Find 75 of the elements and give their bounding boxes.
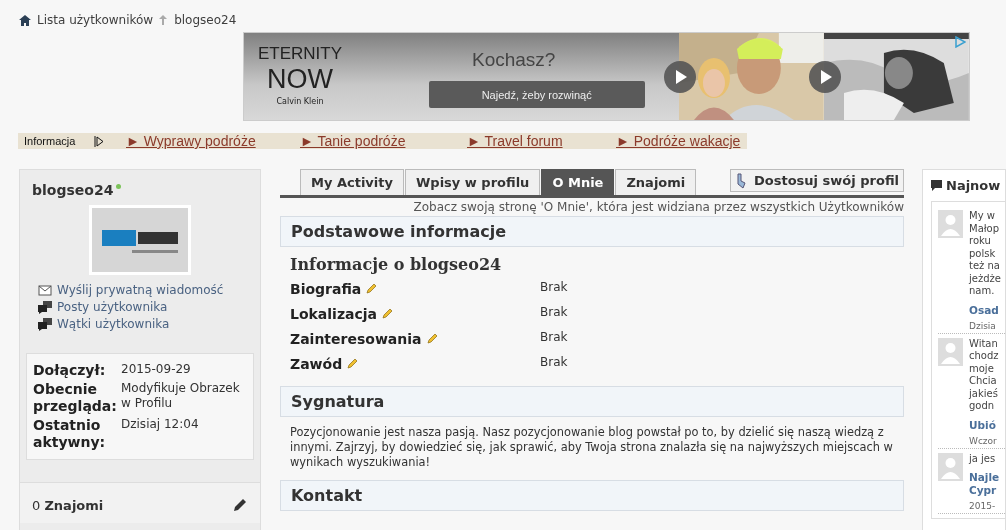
tab[interactable]: My Activity [300,169,404,195]
post-text-line: jeżdże [969,272,1001,285]
section-header: Sygnatura [280,386,904,417]
arrow-icon [159,15,169,25]
stat-value: Dzisiaj 12:04 [121,417,200,433]
post-title-link[interactable]: Ubió [969,418,999,432]
section-header: Podstawowe informacje [280,216,904,247]
post-text-line: Witan [969,337,999,350]
logo-text: ETERNITY [257,43,343,65]
sidebar-title: Najnow [946,178,1001,193]
ad-banner[interactable]: ETERNITY NOW Calvin Klein Kochasz? Najedź, żeby rozwinąć [243,32,970,121]
post-text-line: Chcia [969,375,998,388]
info-link[interactable]: ► Wyprawy podróże [126,133,300,149]
post-text-line: polsk [969,247,997,260]
profile-link[interactable]: Wątki użytkownika [38,317,254,331]
customize-profile-button[interactable]: Dostosuj swój profil [730,169,904,192]
post-title-link[interactable]: Cypr [969,484,1000,497]
tab[interactable]: Wpisy w profilu [405,169,541,195]
field-value: Brak [540,279,568,294]
username: blogseo24 [32,182,114,198]
tab[interactable]: O Mnie [541,169,615,195]
tab[interactable]: Znajomi [615,169,697,195]
field-value: Brak [540,354,568,369]
logo-text: Calvin Klein [276,97,324,106]
speech-bubble-icon [931,180,942,191]
post-text-line: godn [969,400,996,413]
info-link[interactable]: ► Travel forum [467,133,616,149]
post-text-line: też na [969,260,1001,273]
post-title-link[interactable]: Osad [969,303,1001,317]
signature-text: Pozycjonowanie jest nasza pasją. Nasz pozycjonowanie blog powstał po to, by dzielić się naszą wiedzą z innymi. Zajrzyj, by dowiedzieć się, jak sprawić, aby Twoja strona znalazła się na najwyższych miejscach w wynikach wyszukiwania! [290,425,894,470]
post-text-line: Małop [969,222,1001,235]
home-icon [19,14,31,26]
chat-bubbles-icon [38,300,52,314]
info-label: Informacja [23,135,77,147]
stat-value: 2015-09-29 [121,362,192,378]
play-outline-icon [94,135,104,147]
post-text-line: ja jes [969,452,997,465]
logo-text: NOW [267,65,333,93]
post-date: Wczor [969,435,998,446]
post-text-line: My w [969,210,996,223]
field-label: Biografia [290,280,362,297]
stat-label: Dołączył: [33,362,107,379]
post-text-line: jakieś [969,387,999,400]
post-text-line: chodz [969,350,999,363]
field-label: Zainteresowania [290,330,422,347]
ad-headline: Kochasz? [471,49,556,71]
stat-label: Ostatnio aktywny: [33,417,107,451]
field-label: Zawód [290,355,343,372]
envelope-icon [38,283,52,297]
about-note: Zobacz swoją stronę 'O Mnie', która jest widziana przez wszystkich Użytkowników [412,199,904,214]
section-subtitle: Informacje o blogseo24 [290,255,503,274]
post-text-line: roku [969,235,992,248]
play-icon[interactable] [664,61,696,93]
post-title-link[interactable]: Najle [969,471,1000,484]
stat-label: Obecnie przegląda: [33,381,118,415]
pencil-icon[interactable] [232,497,248,513]
post-text-line: moje [969,362,995,375]
post-date: Dzisia [969,320,997,331]
stat-value: Modyfikuje Obrazek w Profilu [121,381,241,412]
profile-link[interactable]: Wyślij prywatną wiadomość [38,283,254,297]
field-value: Brak [540,329,568,344]
friends-title: 0 Znajomi [32,497,104,513]
field-value: Brak [540,304,568,319]
post-date: 2015- [969,501,997,511]
info-link[interactable]: ► Podróże wakacje [616,133,741,149]
post-text-line: nam. [969,285,996,298]
info-link[interactable]: ► Tanie podróże [300,133,467,149]
breadcrumb-link[interactable]: Lista użytkowników [37,13,154,27]
expand-button[interactable]: Najedź, żeby rozwinąć [428,81,645,108]
section-header: Kontakt [280,480,904,511]
profile-link[interactable]: Posty użytkownika [38,300,254,314]
play-icon[interactable] [809,61,841,93]
chat-bubbles-icon [38,317,52,331]
adchoices-icon[interactable] [955,36,966,48]
field-label: Lokalizacja [290,305,378,322]
